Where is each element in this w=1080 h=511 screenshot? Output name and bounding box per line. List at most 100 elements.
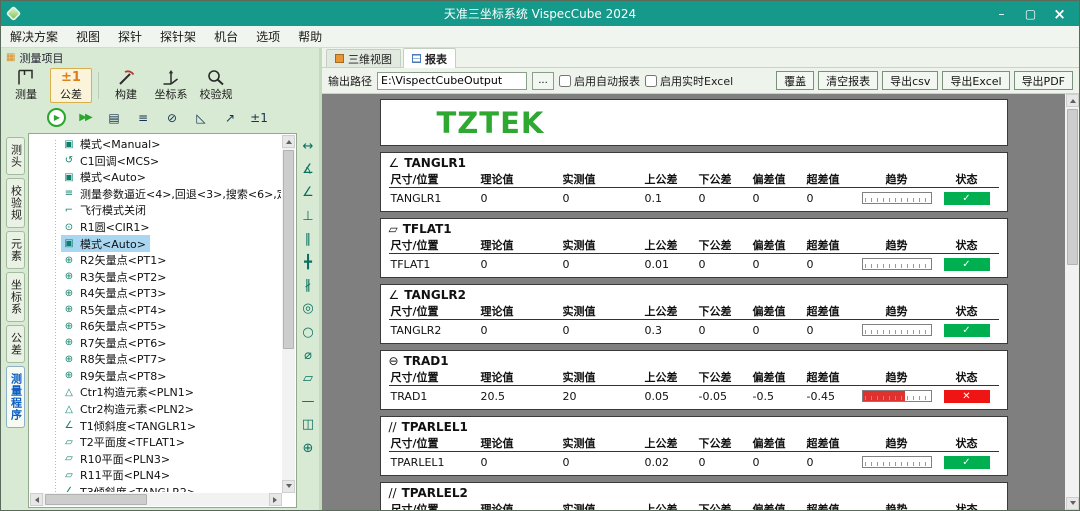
- tree-item[interactable]: ▱ R10平面<PLN3>: [61, 450, 174, 467]
- tree-item-label: 模式<Auto>: [80, 236, 146, 252]
- report-template-icon[interactable]: ▤: [104, 107, 124, 128]
- tree-item[interactable]: ▣ 模式<Auto>: [61, 169, 150, 186]
- ribbon-measure[interactable]: 测量: [5, 68, 47, 103]
- sidebar-tab-gauge[interactable]: 校验规: [6, 178, 25, 228]
- tolerance-type-icon: //: [389, 420, 397, 434]
- tab-report[interactable]: 报表: [403, 48, 456, 68]
- menu-machine[interactable]: 机台: [205, 26, 247, 47]
- column-header: 实测值: [561, 435, 643, 451]
- tree-item[interactable]: ∠ T3倾斜度<TANGLR2>: [61, 483, 200, 492]
- report-vertical-scrollbar[interactable]: [1066, 94, 1079, 510]
- scroll-down-button[interactable]: [1066, 497, 1079, 510]
- export-excel-button[interactable]: 导出Excel: [942, 71, 1009, 90]
- output-path-input[interactable]: [377, 72, 527, 90]
- tree-item[interactable]: △ Ctr2构造元素<PLN2>: [61, 401, 198, 418]
- vector-direction-icon[interactable]: ↗: [220, 107, 240, 128]
- minimize-button[interactable]: –: [988, 4, 1015, 23]
- scrollbar-track[interactable]: [282, 148, 295, 480]
- tree-item[interactable]: ▱ R11平面<PLN4>: [61, 467, 174, 484]
- tree-item[interactable]: ▣ 模式<Auto>: [61, 235, 150, 252]
- scrollbar-track[interactable]: [43, 493, 269, 506]
- concentricity-tolerance-icon[interactable]: ◎: [297, 297, 319, 320]
- scrollbar-thumb[interactable]: [1067, 109, 1078, 265]
- section-name: TRAD1: [404, 354, 449, 368]
- tree-item[interactable]: ⊕ R3矢量点<PT2>: [61, 268, 170, 285]
- plus-minus-one-icon: ±1: [61, 69, 81, 86]
- close-button[interactable]: ×: [1046, 4, 1073, 23]
- probe-compensation-icon[interactable]: ⊘: [162, 107, 182, 128]
- browse-button[interactable]: ...: [532, 72, 554, 90]
- perpendicularity-tolerance-icon[interactable]: ⊥: [297, 205, 319, 228]
- menu-help[interactable]: 帮助: [289, 26, 331, 47]
- angle-tolerance-icon[interactable]: ∡: [297, 158, 319, 181]
- ribbon-construct[interactable]: 构建: [105, 68, 147, 103]
- sidebar-tab-coordinates[interactable]: 坐标系: [6, 272, 25, 322]
- scroll-left-button[interactable]: [30, 493, 43, 506]
- run-button[interactable]: ▶: [47, 108, 66, 127]
- scroll-right-button[interactable]: [269, 493, 282, 506]
- cylindricity-tolerance-icon[interactable]: ◫: [297, 413, 319, 436]
- tree-item-label: 模式<Auto>: [80, 169, 146, 185]
- scrollbar-thumb[interactable]: [283, 150, 294, 349]
- scroll-up-button[interactable]: [282, 135, 295, 148]
- tolerance-shortcut-icon[interactable]: ±1: [249, 107, 269, 128]
- circularity-tolerance-icon[interactable]: ○: [297, 321, 319, 344]
- window-title: 天准三坐标系统 VispecCube 2024: [1, 5, 1079, 22]
- section-title: ⊖ TRAD1: [389, 352, 999, 369]
- angularity-tolerance-icon[interactable]: ∠: [297, 181, 319, 204]
- scrollbar-track[interactable]: [1066, 107, 1079, 497]
- parameter-settings-icon[interactable]: ≡: [133, 107, 153, 128]
- overwrite-button[interactable]: 覆盖: [776, 71, 814, 90]
- clear-report-button[interactable]: 清空报表: [818, 71, 878, 90]
- realtime-excel-checkbox[interactable]: [645, 75, 657, 87]
- continue-run-button[interactable]: ▶▶: [75, 107, 95, 128]
- sidebar-tab-tolerance[interactable]: 公差: [6, 325, 25, 363]
- tree-item[interactable]: ⊕ R7矢量点<PT6>: [61, 335, 170, 352]
- scroll-up-button[interactable]: [1066, 94, 1079, 107]
- tree-item[interactable]: ▱ T2平面度<TFLAT1>: [61, 434, 189, 451]
- menu-probe[interactable]: 探针: [109, 26, 151, 47]
- menu-solution[interactable]: 解决方案: [1, 26, 67, 47]
- export-pdf-button[interactable]: 导出PDF: [1014, 71, 1073, 90]
- tree-item[interactable]: ⊕ R4矢量点<PT3>: [61, 285, 170, 302]
- tree-item[interactable]: ⊕ R6矢量点<PT5>: [61, 318, 170, 335]
- menu-probe-rack[interactable]: 探针架: [151, 26, 205, 47]
- tree-item[interactable]: ⊕ R8矢量点<PT7>: [61, 351, 170, 368]
- straightness-tolerance-icon[interactable]: —: [297, 390, 319, 413]
- upper-tolerance: 0.3: [643, 324, 697, 337]
- sidebar-tab-probe[interactable]: 测头: [6, 137, 25, 175]
- position-tolerance-icon[interactable]: ╋: [297, 251, 319, 274]
- tree-horizontal-scrollbar[interactable]: [30, 493, 282, 506]
- tree-item[interactable]: ⊕ R9矢量点<PT8>: [61, 368, 170, 385]
- tree-item[interactable]: ≡ 测量参数逼近<4>,回退<3>,搜索<6>,定位<2...: [61, 186, 281, 203]
- tree-item[interactable]: ⌐ 飞行模式关闭: [61, 202, 150, 219]
- auto-report-checkbox[interactable]: [559, 75, 571, 87]
- tree-item[interactable]: △ Ctr1构造元素<PLN1>: [61, 384, 198, 401]
- ribbon-coordinate-system[interactable]: 坐标系: [150, 68, 192, 103]
- scroll-down-button[interactable]: [282, 480, 295, 493]
- distance-tolerance-icon[interactable]: ↔: [297, 135, 319, 158]
- tree-item[interactable]: ⊙ R1圆<CIR1>: [61, 219, 154, 236]
- scrollbar-thumb[interactable]: [45, 494, 147, 505]
- export-csv-button[interactable]: 导出csv: [882, 71, 938, 90]
- runout-tolerance-icon[interactable]: ⊕: [297, 436, 319, 459]
- menu-view[interactable]: 视图: [67, 26, 109, 47]
- tree-item[interactable]: ↺ C1回调<MCS>: [61, 153, 163, 170]
- tree-vertical-scrollbar[interactable]: [282, 135, 295, 493]
- tree-item[interactable]: ⊕ R5矢量点<PT4>: [61, 301, 170, 318]
- tree-item[interactable]: ⊕ R2矢量点<PT1>: [61, 252, 170, 269]
- tree-item[interactable]: ▣ 模式<Manual>: [61, 136, 164, 153]
- element-construct-icon[interactable]: ◺: [191, 107, 211, 128]
- menu-options[interactable]: 选项: [247, 26, 289, 47]
- sidebar-tab-program[interactable]: 测量程序: [6, 366, 25, 428]
- maximize-button[interactable]: ▢: [1017, 4, 1044, 23]
- ribbon-tolerance[interactable]: ±1 公差: [50, 68, 92, 103]
- ribbon-calibration-gauge[interactable]: 校验规: [195, 68, 237, 103]
- flatness-tolerance-icon[interactable]: ▱: [297, 367, 319, 390]
- tab-3d-view[interactable]: 三维视图: [326, 49, 401, 67]
- sidebar-tab-elements[interactable]: 元素: [6, 231, 25, 269]
- tree-item[interactable]: ∠ T1倾斜度<TANGLR1>: [61, 417, 200, 434]
- diameter-tolerance-icon[interactable]: ⌀: [297, 344, 319, 367]
- slant-tolerance-icon[interactable]: ∦: [297, 274, 319, 297]
- parallelism-tolerance-icon[interactable]: ∥: [297, 228, 319, 251]
